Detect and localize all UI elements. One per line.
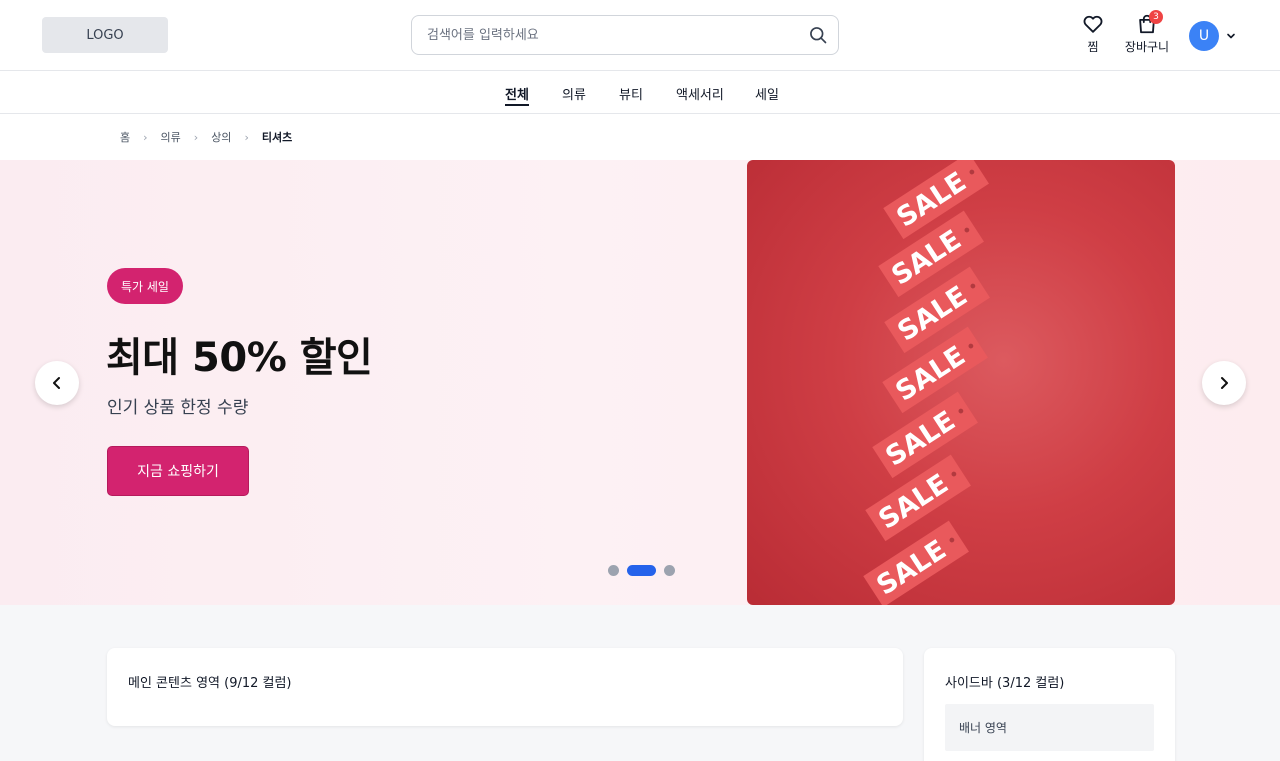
main-content-card: 메인 콘텐츠 영역 (9/12 컬럼) bbox=[107, 648, 903, 726]
chevron-right-icon: › bbox=[143, 130, 148, 144]
hero-badge: 특가 세일 bbox=[107, 268, 183, 304]
hero-banner: 특가 세일 최대 50% 할인 인기 상품 한정 수량 지금 쇼핑하기 SALE… bbox=[0, 160, 1280, 605]
hero-subtitle: 인기 상품 한정 수량 bbox=[107, 398, 249, 418]
wishlist-label: 찜 bbox=[1087, 40, 1099, 54]
header: LOGO 찜 3 장바구니 U bbox=[0, 0, 1280, 71]
cart-count-badge: 3 bbox=[1149, 10, 1163, 24]
search-bar bbox=[411, 15, 839, 55]
hero-image: SALE SALE SALE SALE SALE SALE SALE bbox=[747, 160, 1175, 605]
shop-now-button[interactable]: 지금 쇼핑하기 bbox=[107, 446, 249, 496]
chevron-right-icon bbox=[1221, 377, 1228, 389]
chevron-down-icon[interactable] bbox=[1225, 30, 1237, 42]
search-input[interactable] bbox=[412, 16, 792, 54]
nav-item-sale[interactable]: 세일 bbox=[755, 84, 779, 103]
carousel-indicators bbox=[608, 565, 683, 576]
chevron-right-icon: › bbox=[244, 130, 249, 144]
carousel-prev-button[interactable] bbox=[35, 361, 79, 405]
sale-tags-illustration: SALE SALE SALE SALE SALE SALE SALE bbox=[863, 160, 990, 605]
breadcrumb-clothing[interactable]: 의류 bbox=[161, 129, 181, 145]
sidebar-title: 사이드바 (3/12 컬럼) bbox=[945, 676, 1065, 691]
main-content-title: 메인 콘텐츠 영역 (9/12 컬럼) bbox=[128, 676, 292, 691]
category-nav: 전체 의류 뷰티 액세서리 세일 bbox=[0, 71, 1280, 114]
avatar[interactable]: U bbox=[1189, 21, 1219, 51]
chevron-left-icon bbox=[53, 377, 60, 389]
user-menu[interactable]: U bbox=[1189, 21, 1237, 51]
sidebar-banner[interactable]: 배너 영역 bbox=[945, 704, 1154, 751]
nav-item-beauty[interactable]: 뷰티 bbox=[619, 84, 643, 103]
nav-item-all[interactable]: 전체 bbox=[505, 84, 529, 106]
breadcrumb-current: 티셔츠 bbox=[261, 131, 293, 144]
nav-item-clothing[interactable]: 의류 bbox=[562, 84, 586, 103]
breadcrumb-tops[interactable]: 상의 bbox=[211, 129, 231, 145]
chevron-right-icon: › bbox=[193, 130, 199, 144]
carousel-dot-active[interactable] bbox=[627, 565, 656, 576]
cart-button[interactable]: 3 장바구니 bbox=[1122, 10, 1172, 55]
nav-item-accessories[interactable]: 액세서리 bbox=[676, 84, 724, 103]
sale-tag-text: SALE bbox=[871, 534, 952, 601]
search-icon[interactable] bbox=[808, 25, 828, 45]
breadcrumb-home[interactable]: 홈 bbox=[120, 129, 130, 145]
wishlist-button[interactable]: 찜 bbox=[1080, 13, 1106, 55]
cart-label: 장바구니 bbox=[1124, 40, 1170, 54]
carousel-next-button[interactable] bbox=[1202, 361, 1246, 405]
carousel-dot[interactable] bbox=[608, 565, 619, 576]
carousel-dot[interactable] bbox=[664, 565, 675, 576]
heart-icon bbox=[1083, 15, 1103, 33]
logo[interactable]: LOGO bbox=[42, 17, 168, 53]
breadcrumb: 홈 › 의류 › 상의 › 티셔츠 bbox=[120, 129, 292, 145]
sidebar-card: 사이드바 (3/12 컬럼) 배너 영역 bbox=[924, 648, 1175, 761]
hero-title: 최대 50% 할인 bbox=[106, 335, 373, 381]
